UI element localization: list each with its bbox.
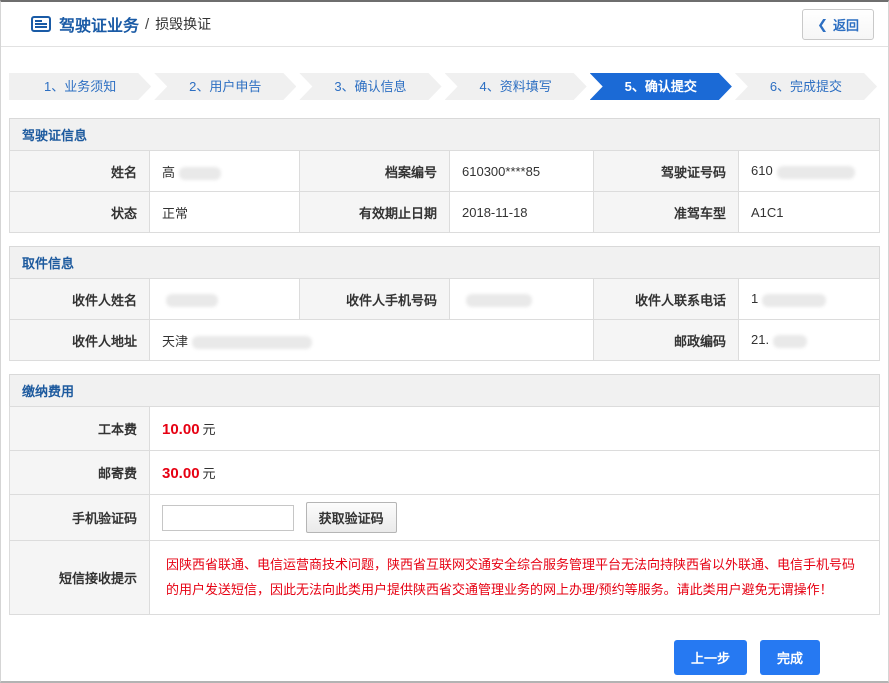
table-row: 手机验证码 获取验证码 bbox=[10, 495, 880, 541]
work-fee-unit: 元 bbox=[203, 422, 216, 437]
step-6-complete-submit[interactable]: 6、完成提交 bbox=[735, 73, 877, 100]
step-5-confirm-submit[interactable]: 5、确认提交 bbox=[590, 73, 732, 100]
license-no-label: 驾驶证号码 bbox=[594, 151, 739, 192]
table-row: 收件人姓名 收件人手机号码 收件人联系电话 1 bbox=[10, 279, 880, 320]
table-row: 邮寄费 30.00元 bbox=[10, 451, 880, 495]
name-label: 姓名 bbox=[10, 151, 150, 192]
mail-fee-value: 30.00元 bbox=[150, 451, 880, 495]
file-no-label: 档案编号 bbox=[300, 151, 450, 192]
breadcrumb: 驾驶证业务 / 损毁换证 bbox=[31, 12, 211, 36]
work-fee-amount: 10.00 bbox=[162, 421, 200, 438]
name-value: 高 bbox=[150, 151, 300, 192]
file-no-value: 610300****85 bbox=[450, 151, 594, 192]
section-fees: 缴纳费用 工本费 10.00元 邮寄费 30.00元 手机验证码 bbox=[9, 374, 880, 615]
step-2-user-declaration[interactable]: 2、用户申告 bbox=[154, 73, 296, 100]
vehicle-class-value: A1C1 bbox=[739, 192, 880, 233]
sms-notice-label: 短信接收提示 bbox=[10, 541, 150, 615]
address-label: 收件人地址 bbox=[10, 320, 150, 361]
section-pickup-info: 取件信息 收件人姓名 收件人手机号码 收件人联系电话 1 收件人地址 bbox=[9, 246, 880, 361]
license-card-icon bbox=[31, 16, 51, 32]
sms-code-input[interactable] bbox=[162, 505, 294, 531]
get-code-button[interactable]: 获取验证码 bbox=[306, 502, 397, 533]
table-row: 姓名 高 档案编号 610300****85 驾驶证号码 610 bbox=[10, 151, 880, 192]
recipient-phone-label: 收件人联系电话 bbox=[594, 279, 739, 320]
chevron-left-icon: ❮ bbox=[817, 18, 828, 31]
page-title: 驾驶证业务 bbox=[59, 12, 139, 36]
recipient-mobile-label: 收件人手机号码 bbox=[300, 279, 450, 320]
postal-value: 21. bbox=[739, 320, 880, 361]
recipient-mobile-value bbox=[450, 279, 594, 320]
step-3-confirm-info[interactable]: 3、确认信息 bbox=[299, 73, 441, 100]
main-content: 驾驶证信息 姓名 高 档案编号 610300****85 驾驶证号码 610 状… bbox=[1, 118, 888, 675]
mail-fee-amount: 30.00 bbox=[162, 465, 200, 482]
recipient-name-label: 收件人姓名 bbox=[10, 279, 150, 320]
redacted-value bbox=[466, 294, 532, 307]
step-1-business-notice[interactable]: 1、业务须知 bbox=[9, 73, 151, 100]
breadcrumb-separator: / bbox=[145, 16, 149, 33]
breadcrumb-current: 损毁换证 bbox=[155, 14, 211, 34]
status-value: 正常 bbox=[150, 192, 300, 233]
recipient-name-value bbox=[150, 279, 300, 320]
step-wizard: 1、业务须知 2、用户申告 3、确认信息 4、资料填写 5、确认提交 6、完成提… bbox=[1, 73, 888, 100]
finish-button[interactable]: 完成 bbox=[760, 640, 820, 675]
table-row: 短信接收提示 因陕西省联通、电信运营商技术问题，陕西省互联网交通安全综合服务管理… bbox=[10, 541, 880, 615]
redacted-value bbox=[777, 166, 855, 179]
section-title-license: 驾驶证信息 bbox=[9, 118, 880, 150]
back-button-label: 返回 bbox=[833, 15, 859, 34]
previous-step-button[interactable]: 上一步 bbox=[674, 640, 747, 675]
sms-code-cell: 获取验证码 bbox=[150, 495, 880, 541]
step-4-fill-material[interactable]: 4、资料填写 bbox=[445, 73, 587, 100]
redacted-value bbox=[179, 167, 221, 180]
status-label: 状态 bbox=[10, 192, 150, 233]
recipient-phone-value: 1 bbox=[739, 279, 880, 320]
postal-label: 邮政编码 bbox=[594, 320, 739, 361]
license-info-table: 姓名 高 档案编号 610300****85 驾驶证号码 610 状态 正常 有… bbox=[9, 150, 880, 233]
license-service-page: 驾驶证业务 / 损毁换证 ❮ 返回 1、业务须知 2、用户申告 3、确认信息 4… bbox=[0, 0, 889, 683]
pickup-info-table: 收件人姓名 收件人手机号码 收件人联系电话 1 收件人地址 天津 邮政编码 21… bbox=[9, 278, 880, 361]
table-row: 工本费 10.00元 bbox=[10, 407, 880, 451]
license-no-value: 610 bbox=[739, 151, 880, 192]
footer-actions: 上一步 完成 bbox=[9, 628, 880, 675]
redacted-value bbox=[192, 336, 312, 349]
section-title-pickup: 取件信息 bbox=[9, 246, 880, 278]
vehicle-class-label: 准驾车型 bbox=[594, 192, 739, 233]
redacted-value bbox=[762, 294, 826, 307]
section-title-fees: 缴纳费用 bbox=[9, 374, 880, 406]
sms-code-label: 手机验证码 bbox=[10, 495, 150, 541]
expiry-label: 有效期止日期 bbox=[300, 192, 450, 233]
redacted-value bbox=[773, 335, 807, 348]
back-button[interactable]: ❮ 返回 bbox=[802, 9, 874, 40]
header: 驾驶证业务 / 损毁换证 ❮ 返回 bbox=[1, 2, 888, 47]
work-fee-value: 10.00元 bbox=[150, 407, 880, 451]
address-value: 天津 bbox=[150, 320, 594, 361]
section-license-info: 驾驶证信息 姓名 高 档案编号 610300****85 驾驶证号码 610 状… bbox=[9, 118, 880, 233]
sms-notice-text: 因陕西省联通、电信运营商技术问题，陕西省互联网交通安全综合服务管理平台无法向持陕… bbox=[150, 541, 880, 615]
mail-fee-label: 邮寄费 bbox=[10, 451, 150, 495]
work-fee-label: 工本费 bbox=[10, 407, 150, 451]
fees-table: 工本费 10.00元 邮寄费 30.00元 手机验证码 获取验证码 bbox=[9, 406, 880, 615]
redacted-value bbox=[166, 294, 218, 307]
table-row: 收件人地址 天津 邮政编码 21. bbox=[10, 320, 880, 361]
expiry-value: 2018-11-18 bbox=[450, 192, 594, 233]
table-row: 状态 正常 有效期止日期 2018-11-18 准驾车型 A1C1 bbox=[10, 192, 880, 233]
mail-fee-unit: 元 bbox=[203, 466, 216, 481]
